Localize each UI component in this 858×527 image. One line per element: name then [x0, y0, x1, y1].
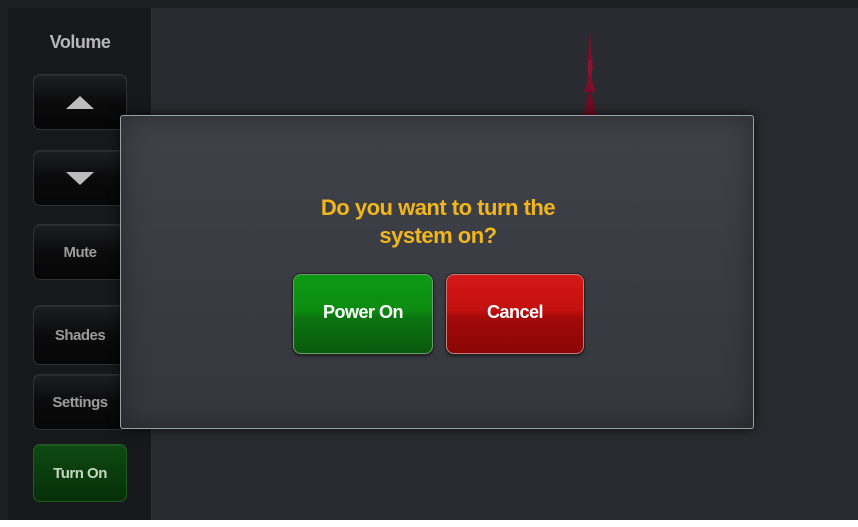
shades-button-label: Shades: [54, 326, 106, 344]
volume-down-button[interactable]: [33, 150, 127, 206]
power-on-button-label: Power On: [322, 301, 404, 322]
turn-on-button[interactable]: Turn On: [33, 444, 127, 502]
turn-on-button-label: Turn On: [53, 464, 107, 482]
settings-button[interactable]: Settings: [33, 374, 127, 430]
control-panel-screen: Volume Mute Shades Settings Turn On Do y…: [0, 0, 858, 520]
background-spire-graphic: [582, 30, 598, 120]
power-confirm-dialog: Do you want to turn the system on? Power…: [120, 115, 754, 429]
volume-up-button[interactable]: [33, 74, 127, 130]
power-on-button[interactable]: Power On: [293, 274, 433, 354]
triangle-up-icon: [66, 95, 94, 109]
settings-button-label: Settings: [52, 393, 108, 411]
dialog-question-line-2: system on?: [379, 223, 497, 248]
mute-button[interactable]: Mute: [33, 224, 127, 280]
dialog-question: Do you want to turn the system on?: [281, 194, 595, 250]
triangle-down-icon: [66, 171, 94, 185]
shades-button[interactable]: Shades: [33, 305, 127, 365]
volume-label: Volume: [49, 32, 111, 52]
dialog-question-line-1: Do you want to turn the: [320, 195, 556, 220]
mute-button-label: Mute: [63, 243, 98, 261]
cancel-button[interactable]: Cancel: [446, 274, 584, 354]
cancel-button-label: Cancel: [486, 301, 544, 322]
